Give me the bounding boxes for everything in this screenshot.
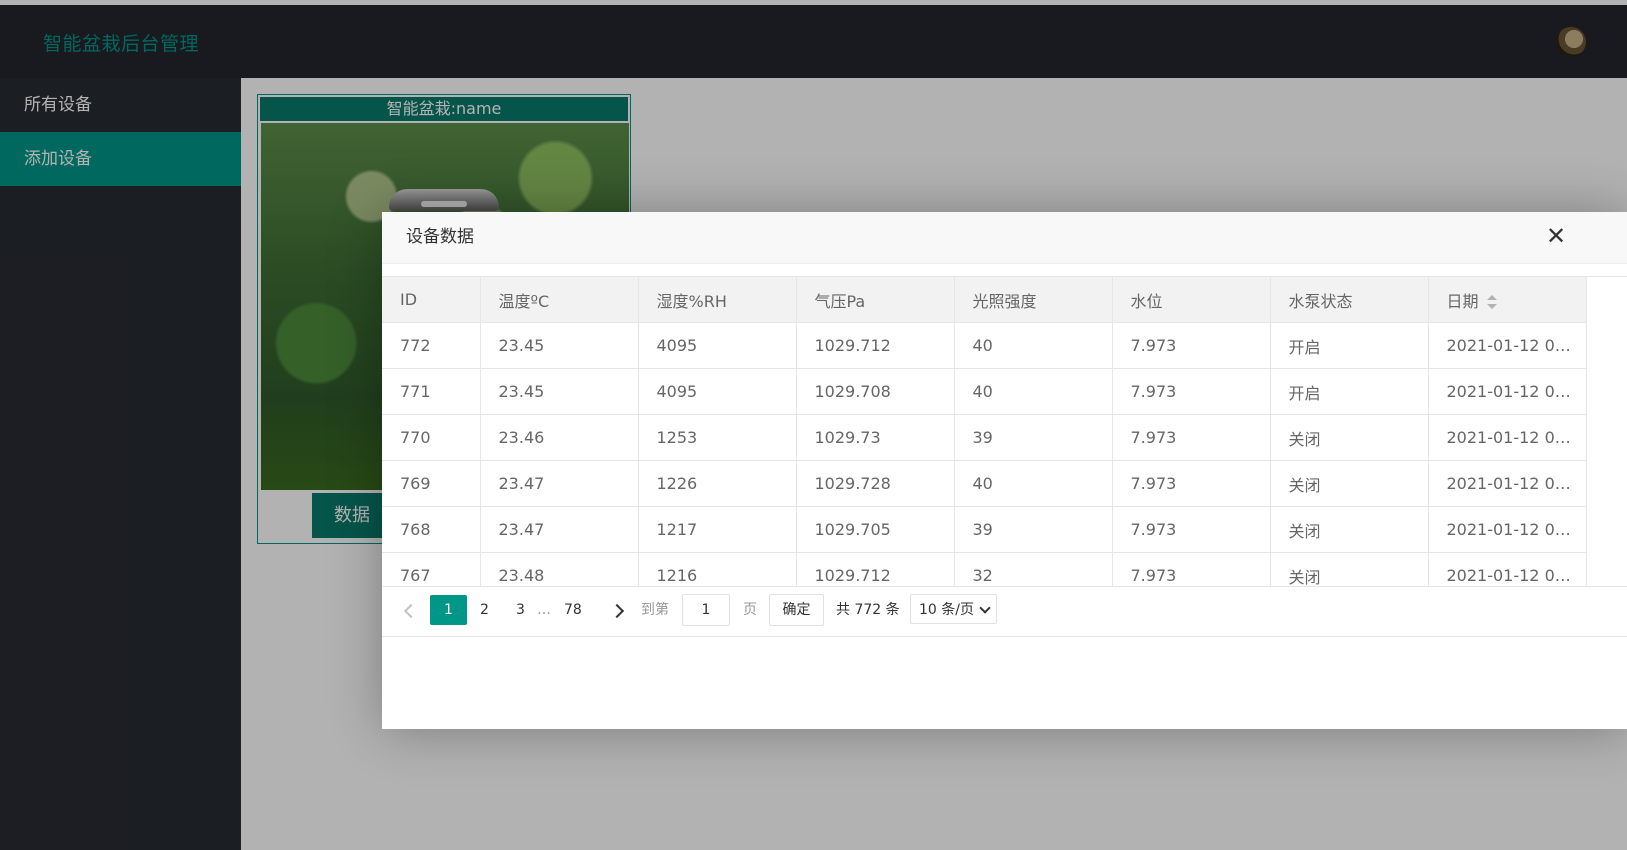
cell-date: 2021-01-12 0…	[1428, 506, 1587, 553]
cell-pressure: 1029.712	[796, 552, 955, 586]
page-unit-label: 页	[743, 602, 757, 618]
col-header-temperature[interactable]: 温度ºC	[480, 277, 639, 323]
cell-temperature: 23.47	[480, 460, 639, 507]
modal-title: 设备数据	[406, 227, 474, 247]
cell-humidity: 1253	[638, 414, 797, 461]
cell-pump-status: 关闭	[1270, 552, 1429, 586]
table-row[interactable]: 768 23.47 1217 1029.705 39 7.973 关闭 2021-01-12 …	[382, 506, 1587, 553]
cell-light: 39	[954, 414, 1113, 461]
cell-temperature: 23.45	[480, 322, 639, 369]
page-3[interactable]: 3	[516, 595, 525, 625]
goto-label: 到第	[641, 602, 669, 618]
sidebar: 所有设备 添加设备	[0, 78, 241, 850]
sort-icon[interactable]	[1486, 295, 1497, 309]
table-row[interactable]: 767 23.48 1216 1029.712 32 7.973 关闭 2021-01-12 …	[382, 552, 1587, 586]
close-icon[interactable]: ✕	[1546, 224, 1570, 248]
cell-pump-status: 关闭	[1270, 506, 1429, 553]
cell-water-level: 7.973	[1112, 414, 1271, 461]
sidebar-item-add-device[interactable]: 添加设备	[0, 132, 241, 186]
table-row[interactable]: 769 23.47 1226 1029.728 40 7.973 关闭 2021-01-12 …	[382, 460, 1587, 507]
col-header-light[interactable]: 光照强度	[954, 277, 1113, 323]
table-row[interactable]: 771 23.45 4095 1029.708 40 7.973 开启 2021-01-12 …	[382, 368, 1587, 415]
cell-light: 40	[954, 368, 1113, 415]
cell-temperature: 23.46	[480, 414, 639, 461]
cell-date: 2021-01-12 0…	[1428, 368, 1587, 415]
cell-water-level: 7.973	[1112, 552, 1271, 586]
cell-date: 2021-01-12 0…	[1428, 322, 1587, 369]
page-size-select[interactable]: 10 条/页	[910, 594, 997, 624]
cell-pressure: 1029.728	[796, 460, 955, 507]
cell-humidity: 4095	[638, 368, 797, 415]
cell-id: 767	[382, 552, 481, 586]
col-header-date[interactable]: 日期	[1428, 277, 1587, 323]
cell-water-level: 7.973	[1112, 460, 1271, 507]
confirm-button[interactable]: 确定	[769, 594, 824, 626]
cell-humidity: 4095	[638, 322, 797, 369]
cell-light: 39	[954, 506, 1113, 553]
modal-header: 设备数据	[382, 212, 1627, 264]
cell-humidity: 1226	[638, 460, 797, 507]
page-ellipsis: …	[537, 602, 551, 618]
device-data-modal: 设备数据 ✕ ID 温度ºC 湿度%RH 气压Pa 光照强度 水位 水泵状态 日…	[382, 212, 1627, 729]
page-size-value: 10 条/页	[919, 602, 974, 618]
table-header-row: ID 温度ºC 湿度%RH 气压Pa 光照强度 水位 水泵状态 日期	[382, 277, 1587, 323]
cell-light: 40	[954, 460, 1113, 507]
data-table-wrap: ID 温度ºC 湿度%RH 气压Pa 光照强度 水位 水泵状态 日期 772 23…	[382, 276, 1627, 587]
top-header: 智能盆栽后台管理	[0, 5, 1627, 78]
cell-id: 769	[382, 460, 481, 507]
cell-pressure: 1029.712	[796, 322, 955, 369]
table-row[interactable]: 770 23.46 1253 1029.73 39 7.973 关闭 2021-01-12 0…	[382, 414, 1587, 461]
cell-pump-status: 关闭	[1270, 414, 1429, 461]
next-page-icon[interactable]	[609, 603, 625, 619]
lamp-light	[421, 201, 467, 207]
cell-light: 40	[954, 322, 1113, 369]
cell-pump-status: 开启	[1270, 368, 1429, 415]
cell-humidity: 1217	[638, 506, 797, 553]
cell-temperature: 23.48	[480, 552, 639, 586]
lamp-shape	[389, 189, 499, 211]
cell-id: 771	[382, 368, 481, 415]
data-table: ID 温度ºC 湿度%RH 气压Pa 光照强度 水位 水泵状态 日期 772 23…	[382, 277, 1587, 586]
cell-date: 2021-01-12 0…	[1428, 552, 1587, 586]
table-row[interactable]: 772 23.45 4095 1029.712 40 7.973 开启 2021-01-12 …	[382, 322, 1587, 369]
app-title: 智能盆栽后台管理	[43, 33, 200, 55]
col-header-humidity[interactable]: 湿度%RH	[638, 277, 797, 323]
sidebar-item-all-devices[interactable]: 所有设备	[0, 78, 241, 132]
cell-pressure: 1029.73	[796, 414, 955, 461]
cell-humidity: 1216	[638, 552, 797, 586]
page-1[interactable]: 1	[430, 595, 467, 625]
col-header-pump-status[interactable]: 水泵状态	[1270, 277, 1429, 323]
col-header-pressure[interactable]: 气压Pa	[796, 277, 955, 323]
cell-water-level: 7.973	[1112, 368, 1271, 415]
device-card-title: 智能盆栽:name	[260, 97, 628, 121]
pagination: 1 2 3 … 78 到第 1 页 确定 共 772 条 10 条/页	[382, 586, 1627, 637]
chevron-down-icon	[979, 602, 991, 614]
col-header-date-label: 日期	[1446, 291, 1479, 311]
cell-date: 2021-01-12 0…	[1428, 460, 1587, 507]
cell-water-level: 7.973	[1112, 322, 1271, 369]
data-button[interactable]: 数据	[312, 493, 392, 538]
cell-id: 772	[382, 322, 481, 369]
cell-pump-status: 关闭	[1270, 460, 1429, 507]
cell-temperature: 23.45	[480, 368, 639, 415]
avatar[interactable]	[1556, 27, 1586, 57]
page-last[interactable]: 78	[564, 595, 582, 625]
cell-id: 770	[382, 414, 481, 461]
cell-date: 2021-01-12 0…	[1428, 414, 1587, 461]
cell-pressure: 1029.708	[796, 368, 955, 415]
total-count: 共 772 条	[836, 602, 900, 618]
prev-page-icon[interactable]	[403, 603, 419, 619]
cell-id: 768	[382, 506, 481, 553]
cell-pressure: 1029.705	[796, 506, 955, 553]
cell-light: 32	[954, 552, 1113, 586]
cell-water-level: 7.973	[1112, 506, 1271, 553]
col-header-id[interactable]: ID	[382, 277, 481, 323]
goto-page-input[interactable]: 1	[682, 594, 730, 626]
cell-pump-status: 开启	[1270, 322, 1429, 369]
cell-temperature: 23.47	[480, 506, 639, 553]
page-2[interactable]: 2	[480, 595, 489, 625]
col-header-water-level[interactable]: 水位	[1112, 277, 1271, 323]
